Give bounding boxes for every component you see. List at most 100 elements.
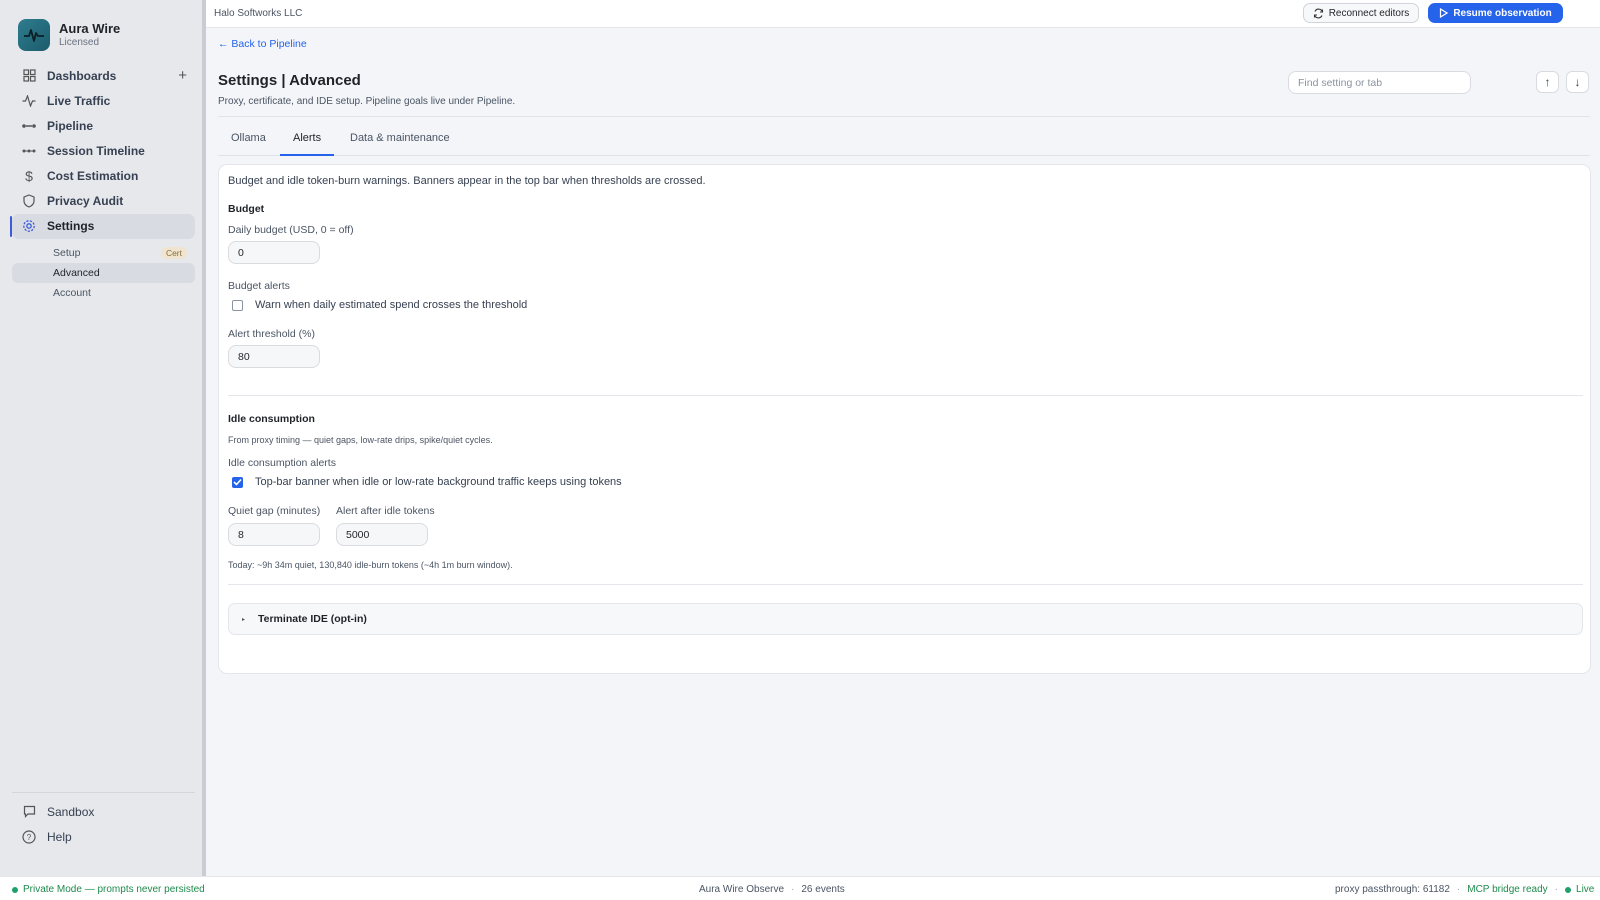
live-dot-icon: [1565, 886, 1572, 893]
arrow-up-icon: ↑: [1544, 75, 1551, 89]
proxy-status: proxy passthrough: 61182: [1335, 884, 1450, 895]
status-dot-icon: [12, 886, 18, 893]
idle-banner-text: Top-bar banner when idle or low-rate bac…: [255, 476, 622, 488]
app-status: Aura Wire Observe · 26 events: [699, 884, 845, 895]
tab-data-maintenance[interactable]: Data & maintenance: [350, 132, 450, 156]
budget-warn-text: Warn when daily estimated spend crosses …: [255, 299, 528, 311]
private-mode-text: Private Mode — prompts never persisted: [23, 884, 205, 895]
status-bar: Private Mode — prompts never persisted A…: [0, 876, 1600, 900]
pipeline-icon: [21, 118, 37, 134]
page-subtitle: Proxy, certificate, and IDE setup. Pipel…: [218, 96, 516, 107]
refresh-icon: [1313, 8, 1324, 19]
budget-heading: Budget: [228, 203, 265, 215]
sidebar-item-label: Pipeline: [47, 119, 94, 133]
sidebar-nav: Dashboards + Live Traffic Pipeline Sessi…: [10, 63, 195, 303]
sidebar-item-live-traffic[interactable]: Live Traffic: [12, 89, 195, 114]
organization-name: Halo Softworks LLC: [214, 8, 303, 19]
svg-text:?: ?: [27, 833, 32, 842]
separator-dot: ·: [791, 884, 795, 895]
sidebar-item-sandbox[interactable]: Sandbox: [12, 799, 195, 824]
connection-status: proxy passthrough: 61182 · MCP bridge re…: [1335, 884, 1594, 895]
alert-threshold-input[interactable]: 80: [228, 345, 320, 368]
daily-budget-input[interactable]: 0: [228, 241, 320, 264]
reconnect-label: Reconnect editors: [1328, 7, 1410, 19]
quiet-gap-label: Quiet gap (minutes): [228, 505, 321, 517]
sidebar-item-dashboards[interactable]: Dashboards +: [12, 63, 195, 88]
page-title: Settings | Advanced: [218, 72, 361, 89]
idle-tokens-label: Alert after idle tokens: [336, 505, 435, 517]
mcp-status: MCP bridge ready: [1467, 884, 1548, 895]
back-to-pipeline-link[interactable]: ← Back to Pipeline: [218, 38, 307, 50]
private-mode-status: Private Mode — prompts never persisted: [12, 884, 205, 895]
gear-icon: [21, 218, 37, 234]
alerts-panel: Budget and idle token-burn warnings. Ban…: [218, 164, 1591, 674]
quiet-gap-input[interactable]: 8: [228, 523, 320, 546]
idle-banner-row[interactable]: Top-bar banner when idle or low-rate bac…: [232, 476, 622, 488]
terminate-ide-accordion[interactable]: ▸ Terminate IDE (opt-in): [228, 603, 1583, 635]
sidebar-item-session-timeline[interactable]: Session Timeline: [12, 139, 195, 164]
sub-item-label: Account: [53, 286, 91, 299]
caret-right-icon: ▸: [242, 616, 246, 623]
settings-sub-advanced[interactable]: Advanced: [12, 262, 195, 283]
section-divider: [228, 584, 1583, 585]
resume-label: Resume observation: [1453, 7, 1552, 19]
idle-consumption-description: From proxy timing — quiet gaps, low-rate…: [228, 435, 493, 445]
sidebar-item-cost-estimation[interactable]: $ Cost Estimation: [12, 164, 195, 189]
sidebar-item-label: Settings: [47, 219, 95, 233]
help-icon: ?: [21, 829, 37, 845]
sidebar-item-privacy-audit[interactable]: Privacy Audit: [12, 189, 195, 214]
sidebar-item-settings[interactable]: Settings: [10, 213, 195, 239]
timeline-icon: [21, 143, 37, 159]
dollar-icon: $: [25, 168, 33, 184]
budget-warn-row[interactable]: Warn when daily estimated spend crosses …: [232, 299, 527, 311]
settings-sub-account[interactable]: Account: [12, 283, 195, 303]
idle-today-summary: Today: ~9h 34m quiet, 130,840 idle-burn …: [228, 560, 513, 570]
live-status: Live: [1576, 884, 1595, 895]
brand[interactable]: Aura Wire Licensed: [18, 19, 120, 51]
idle-tokens-input[interactable]: 5000: [336, 523, 428, 546]
sidebar: Aura Wire Licensed Dashboards + Live Tra…: [0, 0, 206, 876]
resume-observation-button[interactable]: Resume observation: [1428, 3, 1563, 23]
alert-threshold-label: Alert threshold (%): [228, 328, 315, 340]
sidebar-item-label: Dashboards: [47, 68, 117, 83]
daily-budget-label: Daily budget (USD, 0 = off): [228, 224, 354, 236]
sidebar-item-pipeline[interactable]: Pipeline: [12, 114, 195, 139]
tab-ollama[interactable]: Ollama: [231, 132, 266, 156]
idle-alerts-label: Idle consumption alerts: [228, 457, 336, 469]
top-bar: Halo Softworks LLC Reconnect editors Res…: [206, 0, 1600, 28]
next-match-button[interactable]: ↓: [1566, 71, 1589, 93]
idle-consumption-heading: Idle consumption: [228, 413, 315, 425]
reconnect-editors-button[interactable]: Reconnect editors: [1303, 3, 1419, 23]
budget-warn-checkbox[interactable]: [232, 299, 243, 311]
alerts-intro: Budget and idle token-burn warnings. Ban…: [228, 175, 706, 187]
settings-sub-setup[interactable]: Setup Cert: [12, 243, 195, 263]
play-icon: [1439, 8, 1449, 18]
budget-alerts-label: Budget alerts: [228, 280, 290, 292]
find-setting-input[interactable]: [1288, 71, 1471, 94]
idle-banner-checkbox[interactable]: [232, 476, 243, 488]
section-divider: [228, 395, 1583, 396]
sidebar-bottom: Sandbox ? Help: [12, 792, 195, 849]
chat-icon: [21, 804, 37, 820]
separator-dot: ·: [1554, 884, 1559, 895]
sidebar-item-label: Privacy Audit: [47, 194, 124, 208]
shield-icon: [21, 193, 37, 209]
activity-icon: [21, 93, 37, 109]
separator-dot: ·: [1456, 884, 1461, 895]
license-status: Licensed: [59, 37, 100, 48]
grid-icon: [21, 68, 37, 84]
check-icon: [233, 478, 242, 486]
add-dashboard-icon[interactable]: +: [178, 67, 187, 84]
sidebar-item-label: Sandbox: [47, 804, 95, 819]
sidebar-item-help[interactable]: ? Help: [12, 824, 195, 849]
tab-alerts[interactable]: Alerts: [280, 132, 335, 156]
sidebar-item-label: Live Traffic: [47, 94, 111, 108]
app-name: Aura Wire: [59, 21, 121, 36]
cert-badge: Cert: [160, 246, 187, 259]
sidebar-item-label: Cost Estimation: [47, 169, 139, 183]
event-count: 26 events: [801, 884, 845, 895]
arrow-down-icon: ↓: [1574, 75, 1581, 89]
sub-item-label: Setup: [53, 246, 81, 259]
previous-match-button[interactable]: ↑: [1536, 71, 1559, 93]
settings-tabs: Ollama Alerts Data & maintenance: [218, 126, 1590, 156]
